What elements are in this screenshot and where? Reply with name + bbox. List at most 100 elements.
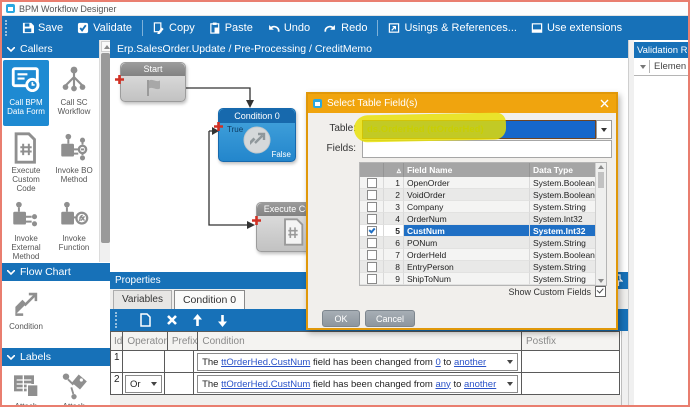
sidebar-section-flow-chart[interactable]: Flow Chart bbox=[2, 263, 110, 281]
field-row[interactable]: 7 OrderHeld System.Boolean bbox=[360, 249, 606, 261]
cancel-button[interactable]: Cancel bbox=[365, 310, 415, 327]
tab-variables[interactable]: Variables bbox=[113, 290, 172, 309]
add-marker-icon[interactable] bbox=[251, 215, 262, 226]
sidebar-item-call-bpm-data-form[interactable]: Call BPM Data Form bbox=[3, 60, 49, 126]
invoke-bo-method-icon bbox=[61, 133, 88, 161]
toolbar-separator bbox=[142, 20, 144, 36]
sidebar-item-invoke-bo-method[interactable]: Invoke BO Method bbox=[51, 128, 97, 194]
sidebar-item-call-sc-workflow[interactable]: Call SC Workflow bbox=[51, 60, 97, 126]
sidebar-item-attach-tag[interactable]: Attach bbox=[51, 368, 97, 405]
show-custom-fields-label: Show Custom Fields bbox=[508, 286, 591, 297]
field-row[interactable]: 1 OpenOrder System.Boolean bbox=[360, 177, 606, 189]
execute-custom-code-icon bbox=[14, 132, 36, 164]
scrollbar-thumb[interactable] bbox=[597, 172, 604, 188]
tab-condition-0[interactable]: Condition 0 bbox=[173, 290, 246, 309]
node-condition-0[interactable]: Condition 0 True False bbox=[218, 108, 296, 162]
close-icon[interactable] bbox=[596, 96, 612, 112]
chevron-down-icon bbox=[7, 46, 15, 52]
scrollbar-thumb[interactable] bbox=[101, 53, 110, 243]
hash-page-icon bbox=[284, 218, 304, 246]
node-start-title: Start bbox=[121, 63, 185, 76]
row-checkbox[interactable] bbox=[366, 261, 377, 272]
field-row[interactable]: 3 Company System.String bbox=[360, 201, 606, 213]
copy-button[interactable]: Copy bbox=[146, 19, 202, 37]
toolbar-grip[interactable] bbox=[5, 20, 10, 36]
move-down-button[interactable] bbox=[217, 314, 228, 327]
paste-button[interactable]: Paste bbox=[202, 19, 260, 37]
row-checkbox[interactable] bbox=[366, 201, 377, 212]
save-button[interactable]: Save bbox=[15, 19, 70, 37]
condition-row-1: 1 The ttOrderHed.CustNum field has been … bbox=[110, 351, 522, 373]
field-row[interactable]: 4 OrderNum System.Int32 bbox=[360, 213, 606, 225]
undo-button[interactable]: Undo bbox=[260, 19, 317, 37]
sidebar-section-labels[interactable]: Labels bbox=[2, 348, 110, 366]
operator-dropdown[interactable]: Or bbox=[124, 375, 162, 393]
redo-button[interactable]: Redo bbox=[317, 19, 374, 37]
sidebar-scrollbar[interactable] bbox=[99, 40, 110, 262]
filter-dropdown-icon[interactable] bbox=[636, 60, 650, 73]
node-start[interactable]: Start bbox=[120, 62, 186, 102]
ok-label: OK bbox=[334, 313, 348, 324]
scroll-down-icon[interactable] bbox=[598, 279, 604, 283]
use-extensions-button[interactable]: Use extensions bbox=[524, 19, 629, 37]
sidebar-item-invoke-external-method[interactable]: Invoke External Method bbox=[3, 196, 49, 262]
fields-grid: ▵ Field Name Data Type 1 OpenOrder System.… bbox=[359, 162, 607, 286]
element-column-header: Elemen bbox=[654, 61, 687, 72]
usings-references-button[interactable]: Usings & References... bbox=[381, 19, 524, 37]
validation-panel: Validation Re Elemen bbox=[634, 40, 688, 405]
dialog-titlebar[interactable]: Select Table Field(s) bbox=[308, 94, 616, 113]
field-row[interactable]: 8 EntryPerson System.String bbox=[360, 261, 606, 273]
condition-grid-header: Id Operator Prefix Condition bbox=[110, 331, 522, 351]
use-extensions-icon bbox=[531, 23, 543, 33]
fields-filter-input[interactable] bbox=[362, 140, 612, 158]
field-row-selected[interactable]: 5 CustNum System.Int32 bbox=[360, 225, 606, 237]
operator-cell bbox=[123, 351, 165, 372]
field-row[interactable]: 9 ShipToNum System.String bbox=[360, 273, 606, 285]
add-marker-icon[interactable] bbox=[213, 121, 224, 132]
sidebar-item-condition[interactable]: Condition bbox=[3, 284, 49, 344]
validate-button[interactable]: Validate bbox=[70, 19, 139, 37]
field-row[interactable]: 6 PONum System.String bbox=[360, 237, 606, 249]
column-postfix: Postfix bbox=[522, 331, 620, 351]
row-checkbox-checked[interactable] bbox=[366, 225, 377, 236]
field-link[interactable]: ttOrderHed.CustNum bbox=[221, 379, 310, 390]
row-checkbox[interactable] bbox=[366, 177, 377, 188]
validation-filter-row: Elemen bbox=[634, 58, 688, 76]
show-custom-fields: Show Custom Fields bbox=[308, 286, 606, 297]
fields-grid-header[interactable]: ▵ Field Name Data Type bbox=[360, 163, 606, 177]
to-value-link[interactable]: another bbox=[454, 357, 486, 368]
condition-dropdown[interactable]: The ttOrderHed.CustNum field has been ch… bbox=[197, 353, 518, 371]
sidebar-item-attach-grid[interactable]: Attach bbox=[3, 368, 49, 405]
row-checkbox[interactable] bbox=[366, 273, 377, 284]
table-dropdown-button[interactable] bbox=[596, 120, 612, 139]
new-row-button[interactable] bbox=[139, 313, 152, 327]
chevron-down-icon bbox=[7, 354, 15, 360]
fields-grid-scrollbar[interactable] bbox=[595, 163, 606, 285]
row-checkbox[interactable] bbox=[366, 213, 377, 224]
scroll-up-icon[interactable] bbox=[598, 165, 604, 169]
condition-node-icon bbox=[243, 126, 271, 154]
row-checkbox[interactable] bbox=[366, 237, 377, 248]
properties-title: Properties bbox=[115, 275, 161, 286]
to-value-link[interactable]: another bbox=[464, 379, 496, 390]
sidebar-item-invoke-function[interactable]: Invoke Function bbox=[51, 196, 97, 262]
sidebar-item-execute-custom-code[interactable]: Execute Custom Code bbox=[3, 128, 49, 194]
condition-dropdown[interactable]: The ttOrderHed.CustNum field has been ch… bbox=[197, 375, 518, 393]
sidebar-section-callers[interactable]: Callers bbox=[2, 40, 99, 58]
postfix-cell bbox=[522, 373, 620, 395]
row-checkbox[interactable] bbox=[366, 189, 377, 200]
field-row[interactable]: 2 VoidOrder System.Boolean bbox=[360, 189, 606, 201]
labels-header-label: Labels bbox=[20, 351, 51, 363]
delete-row-button[interactable] bbox=[166, 314, 178, 326]
tab-variables-label: Variables bbox=[122, 294, 163, 305]
usings-references-label: Usings & References... bbox=[404, 22, 517, 34]
ok-button[interactable]: OK bbox=[322, 310, 360, 327]
add-marker-icon[interactable] bbox=[114, 74, 125, 85]
move-up-button[interactable] bbox=[192, 313, 203, 327]
show-custom-fields-checkbox[interactable] bbox=[595, 286, 606, 297]
from-value-link[interactable]: any bbox=[435, 379, 450, 390]
scroll-up-button[interactable] bbox=[101, 41, 110, 52]
row-checkbox[interactable] bbox=[366, 249, 377, 260]
toolbar-grip[interactable] bbox=[115, 312, 120, 328]
field-link[interactable]: ttOrderHed.CustNum bbox=[221, 357, 310, 368]
